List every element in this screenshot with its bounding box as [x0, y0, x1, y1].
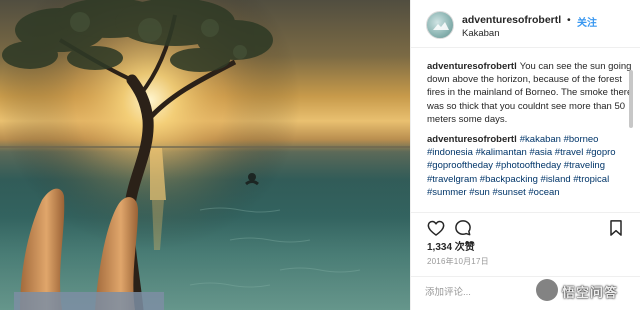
post-date[interactable]: 2016年10月17日	[427, 256, 489, 267]
bookmark-icon[interactable]	[606, 218, 626, 238]
comment-username[interactable]: adventuresofrobertl	[427, 134, 517, 145]
header-separator: •	[567, 14, 571, 26]
speech-bubble-icon[interactable]	[453, 218, 473, 238]
watermark-text: 悟空问答	[562, 285, 619, 300]
add-comment-input[interactable]	[425, 283, 545, 301]
caption-comment: adventuresofrobertl You can see the sun g…	[427, 60, 635, 126]
sunset-scene-illustration	[0, 0, 410, 310]
heart-outline-icon[interactable]	[426, 218, 446, 238]
watermark-logo-icon	[536, 279, 558, 301]
post-location[interactable]: Kakaban	[462, 28, 500, 39]
hashtags-comment: adventuresofrobertl #kakaban #borneo #ind…	[427, 133, 635, 199]
watermark: 悟空问答	[534, 276, 638, 306]
post-header: adventuresofrobertl • 关注 Kakaban	[411, 0, 640, 48]
avatar[interactable]	[426, 11, 454, 39]
comments-list: adventuresofrobertl You can see the sun g…	[427, 60, 635, 212]
avatar-landscape-icon	[433, 22, 449, 30]
instagram-post: adventuresofrobertl • 关注 Kakaban adventu…	[0, 0, 640, 310]
follow-button[interactable]: 关注	[577, 14, 597, 29]
comments-scrollbar[interactable]	[629, 70, 633, 128]
comment-username[interactable]: adventuresofrobertl	[427, 61, 517, 72]
post-photo[interactable]	[0, 0, 410, 310]
post-side-panel: adventuresofrobertl • 关注 Kakaban adventu…	[410, 0, 640, 310]
like-count[interactable]: 1,334 次赞	[427, 238, 475, 253]
post-author-username[interactable]: adventuresofrobertl	[462, 14, 561, 26]
